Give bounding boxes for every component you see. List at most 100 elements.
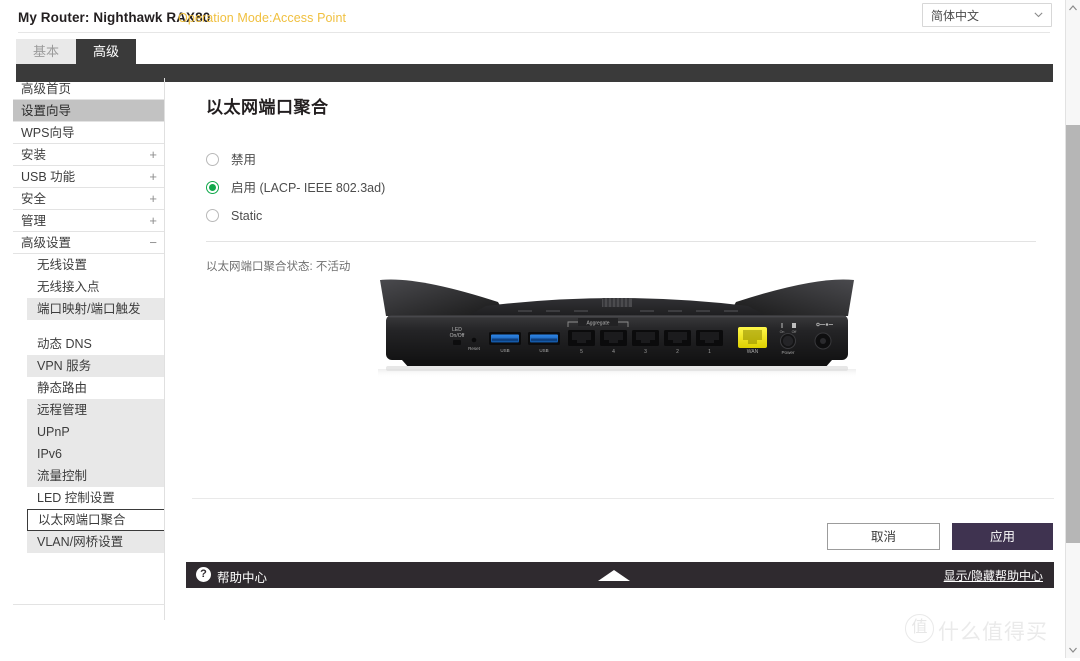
sidebar-subitem-label: UPnP: [37, 425, 70, 439]
sidebar-subnav: 无线设置 无线接入点 端口映射/端口触发 动态 DNS VPN 服务 静态路由 …: [13, 254, 165, 553]
usb-port-1-label: USB: [500, 348, 509, 353]
svg-text:On: On: [780, 330, 785, 334]
sidebar-subitem-label: LED 控制设置: [37, 491, 115, 505]
sidebar-subitem-wireless-ap[interactable]: 无线接入点: [27, 276, 165, 298]
sidebar-subitem-port-forwarding[interactable]: 端口映射/端口触发: [27, 298, 165, 320]
cancel-button[interactable]: 取消: [827, 523, 940, 550]
radio-enable-lacp[interactable]: [206, 181, 219, 194]
sidebar-subitem-ipv6[interactable]: IPv6: [27, 443, 165, 465]
led-onoff-label: On/Off: [450, 333, 465, 339]
watermark-text: 什么值得买: [938, 621, 1048, 644]
help-center-bar: ? 帮助中心 显示/隐藏帮助中心: [186, 562, 1054, 588]
reset-label: Reset: [468, 346, 481, 351]
sidebar-item-label: USB 功能: [21, 170, 76, 184]
sidebar-subitem-static-routes[interactable]: 静态路由: [27, 377, 165, 399]
sidebar-divider: [164, 78, 165, 620]
radio-static[interactable]: [206, 209, 219, 222]
expand-plus-icon[interactable]: +: [149, 188, 157, 210]
svg-text:3: 3: [644, 349, 647, 355]
sidebar-item-label: 管理: [21, 214, 47, 228]
svg-text:WAN: WAN: [747, 349, 759, 355]
sidebar-item-label: 高级首页: [21, 82, 72, 96]
sidebar-subitem-ethernet-aggregation[interactable]: 以太网端口聚合: [27, 509, 165, 531]
sidebar-subitem-wireless-settings[interactable]: 无线设置: [27, 254, 165, 276]
svg-text:5: 5: [580, 349, 583, 355]
sidebar-item-setup[interactable]: 安装 +: [13, 144, 165, 166]
sidebar-subitem-remote-management[interactable]: 远程管理: [27, 399, 165, 421]
power-label: Power: [781, 350, 794, 355]
chevron-down-icon[interactable]: [1066, 642, 1080, 658]
sidebar-item-label: 高级设置: [21, 236, 72, 250]
aggregate-label: Aggregate: [586, 321, 609, 327]
sidebar-subitem-label: 无线接入点: [37, 280, 100, 294]
sidebar-item-advanced-home[interactable]: 高级首页: [13, 78, 165, 100]
sidebar-item-wps-wizard[interactable]: WPS向导: [13, 122, 165, 144]
sidebar-bottom-rule: [13, 604, 165, 605]
sidebar-subitem-label: 端口映射/端口触发: [37, 302, 141, 316]
router-admin-page: My Router: Nighthawk RAX80 Operation Mod…: [0, 0, 1065, 658]
toggle-help-center-link[interactable]: 显示/隐藏帮助中心: [944, 567, 1043, 584]
tab-bar-band: [16, 64, 1053, 82]
sidebar: 高级首页 设置向导 WPS向导 安装 + USB 功能 + 安全 + 管理 + …: [13, 78, 165, 553]
sidebar-nav: 高级首页 设置向导 WPS向导 安装 + USB 功能 + 安全 + 管理 + …: [13, 78, 165, 254]
sidebar-item-label: 设置向导: [21, 104, 72, 118]
svg-text:1: 1: [708, 349, 711, 355]
expand-plus-icon[interactable]: +: [149, 210, 157, 232]
tab-advanced[interactable]: 高级: [76, 39, 137, 64]
sidebar-subitem-label: IPv6: [37, 447, 63, 461]
sidebar-item-administration[interactable]: 管理 +: [13, 210, 165, 232]
sidebar-item-label: 安全: [21, 192, 47, 206]
radio-enable-lacp-label: 启用 (LACP- IEEE 802.3ad): [231, 181, 386, 195]
topbar-divider: [18, 32, 1050, 33]
top-bar: My Router: Nighthawk RAX80 Operation Mod…: [0, 0, 1065, 33]
svg-text:Off: Off: [792, 330, 797, 334]
expand-plus-icon[interactable]: +: [149, 144, 157, 166]
sidebar-subitem-dynamic-dns[interactable]: 动态 DNS: [27, 333, 165, 355]
triangle-up-icon[interactable]: [598, 570, 630, 581]
sidebar-subnav-spacer: [27, 320, 165, 333]
sidebar-subitem-label: VPN 服务: [37, 359, 92, 373]
sidebar-subitem-label: 动态 DNS: [37, 337, 92, 351]
sidebar-subitem-label: 流量控制: [37, 469, 88, 483]
router-rear-panel-image: LED On/Off Reset USB USB Aggregate 5 4 3…: [378, 272, 856, 382]
page-title: 以太网端口聚合: [206, 98, 329, 117]
expand-plus-icon[interactable]: +: [149, 166, 157, 188]
question-mark-icon: ?: [196, 567, 211, 582]
tab-basic[interactable]: 基本: [16, 39, 77, 64]
radio-disable[interactable]: [206, 153, 219, 166]
sidebar-item-security[interactable]: 安全 +: [13, 188, 165, 210]
sidebar-subitem-label: 以太网端口聚合: [38, 513, 126, 527]
sidebar-subitem-vlan-bridge[interactable]: VLAN/网桥设置: [27, 531, 165, 553]
vertical-scrollbar[interactable]: [1065, 0, 1080, 658]
scrollbar-thumb[interactable]: [1066, 125, 1080, 543]
language-select-value: 简体中文: [931, 9, 980, 23]
content-divider-bottom: [192, 498, 1054, 499]
sidebar-item-label: WPS向导: [21, 126, 75, 140]
sidebar-subitem-label: 远程管理: [37, 403, 88, 417]
collapse-minus-icon[interactable]: −: [149, 232, 157, 254]
sidebar-subitem-label: 静态路由: [37, 381, 88, 395]
svg-text:2: 2: [676, 349, 679, 355]
sidebar-subitem-upnp[interactable]: UPnP: [27, 421, 165, 443]
content-divider-top: [206, 241, 1036, 242]
sidebar-subitem-label: VLAN/网桥设置: [37, 535, 124, 549]
watermark-logo: 值: [905, 614, 934, 643]
radio-static-label: Static: [231, 209, 263, 223]
sidebar-item-usb-functions[interactable]: USB 功能 +: [13, 166, 165, 188]
sidebar-subitem-traffic-meter[interactable]: 流量控制: [27, 465, 165, 487]
sidebar-subitem-led-control[interactable]: LED 控制设置: [27, 487, 165, 509]
chevron-down-icon: [1033, 8, 1044, 19]
radio-disable-label: 禁用: [231, 153, 257, 167]
language-select[interactable]: 简体中文: [922, 3, 1052, 27]
sidebar-item-label: 安装: [21, 148, 47, 162]
sidebar-subitem-vpn-service[interactable]: VPN 服务: [27, 355, 165, 377]
sidebar-item-setup-wizard[interactable]: 设置向导: [13, 100, 165, 122]
usb-port-2-label: USB: [539, 348, 548, 353]
aggregation-status-text: 以太网端口聚合状态: 不活动: [206, 261, 351, 273]
help-center-label: 帮助中心: [217, 571, 268, 585]
svg-text:4: 4: [612, 349, 615, 355]
operation-mode-label: Operation Mode:Access Point: [178, 11, 347, 25]
apply-button[interactable]: 应用: [952, 523, 1053, 550]
sidebar-item-advanced-setup[interactable]: 高级设置 −: [13, 232, 165, 254]
chevron-up-icon[interactable]: [1066, 0, 1080, 16]
